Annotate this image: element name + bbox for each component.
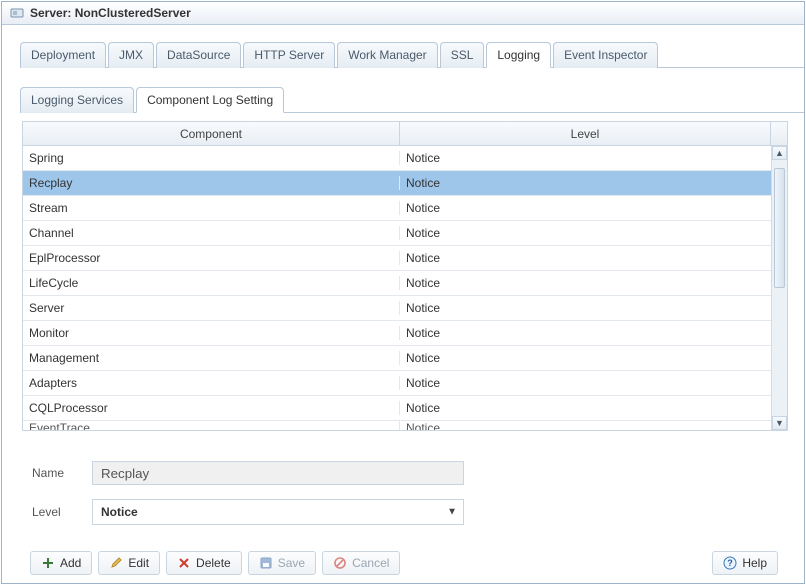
edit-button[interactable]: Edit: [98, 551, 160, 575]
column-header-level[interactable]: Level: [400, 122, 771, 145]
tab-ssl[interactable]: SSL: [440, 42, 485, 68]
chevron-down-icon: ▼: [447, 507, 457, 518]
save-icon: [259, 556, 273, 570]
vertical-scrollbar[interactable]: ▲ ▼: [771, 146, 787, 430]
table-row[interactable]: MonitorNotice: [23, 321, 771, 346]
cell-level: Notice: [400, 421, 771, 431]
column-header-component[interactable]: Component: [23, 122, 400, 145]
delete-button[interactable]: Delete: [166, 551, 242, 575]
table-row[interactable]: ChannelNotice: [23, 221, 771, 246]
cell-level: Notice: [400, 201, 771, 215]
cell-level: Notice: [400, 301, 771, 315]
tab-http-server[interactable]: HTTP Server: [243, 42, 335, 68]
help-button[interactable]: ? Help: [712, 551, 778, 575]
edit-button-label: Edit: [128, 556, 149, 570]
tab-logging[interactable]: Logging: [486, 42, 551, 68]
add-button[interactable]: Add: [30, 551, 92, 575]
level-label: Level: [32, 505, 92, 519]
form-row-name: Name: [32, 461, 788, 485]
subtab-logging-services[interactable]: Logging Services: [20, 87, 134, 113]
table-row[interactable]: LifeCycleNotice: [23, 271, 771, 296]
cell-component: LifeCycle: [23, 276, 400, 290]
x-icon: [177, 556, 191, 570]
column-header-scroll-spacer: [771, 122, 787, 145]
table-row[interactable]: RecplayNotice: [23, 171, 771, 196]
subtab-component-log-setting[interactable]: Component Log Setting: [136, 87, 284, 113]
cell-level: Notice: [400, 351, 771, 365]
scroll-up-arrow[interactable]: ▲: [772, 146, 787, 160]
level-select[interactable]: Notice ▼: [92, 499, 464, 525]
sub-tabstrip: Logging ServicesComponent Log Setting: [20, 86, 804, 113]
cell-component: Management: [23, 351, 400, 365]
help-icon: ?: [723, 556, 737, 570]
name-field[interactable]: [92, 461, 464, 485]
cell-level: Notice: [400, 326, 771, 340]
table-row[interactable]: ManagementNotice: [23, 346, 771, 371]
plus-icon: [41, 556, 55, 570]
save-button-label: Save: [278, 556, 305, 570]
table-row[interactable]: ServerNotice: [23, 296, 771, 321]
window-titlebar: Server: NonClusteredServer: [2, 2, 804, 25]
save-button: Save: [248, 551, 316, 575]
pencil-icon: [109, 556, 123, 570]
cell-component: Channel: [23, 226, 400, 240]
cell-component: CQLProcessor: [23, 401, 400, 415]
component-log-table: Component Level SpringNoticeRecplayNotic…: [22, 121, 788, 431]
cell-component: Stream: [23, 201, 400, 215]
tab-datasource[interactable]: DataSource: [156, 42, 241, 68]
main-tabstrip: DeploymentJMXDataSourceHTTP ServerWork M…: [20, 41, 804, 68]
cancel-icon: [333, 556, 347, 570]
tab-jmx[interactable]: JMX: [108, 42, 154, 68]
scroll-down-arrow[interactable]: ▼: [772, 416, 787, 430]
window-title: Server: NonClusteredServer: [30, 6, 191, 20]
cell-component: Spring: [23, 151, 400, 165]
cell-component: Adapters: [23, 376, 400, 390]
form-row-level: Level Notice ▼: [32, 499, 788, 525]
cell-level: Notice: [400, 176, 771, 190]
cell-component: EventTrace: [23, 421, 400, 431]
table-row[interactable]: SpringNotice: [23, 146, 771, 171]
add-button-label: Add: [60, 556, 81, 570]
name-label: Name: [32, 466, 92, 480]
tab-event-inspector[interactable]: Event Inspector: [553, 42, 658, 68]
level-select-value: Notice: [101, 505, 138, 519]
svg-text:?: ?: [728, 558, 734, 568]
cancel-button: Cancel: [322, 551, 400, 575]
cell-level: Notice: [400, 226, 771, 240]
cell-component: Server: [23, 301, 400, 315]
tab-content: Component Level SpringNoticeRecplayNotic…: [2, 113, 804, 583]
cancel-button-label: Cancel: [352, 556, 389, 570]
table-body: SpringNoticeRecplayNoticeStreamNoticeCha…: [23, 146, 787, 430]
cell-level: Notice: [400, 276, 771, 290]
cell-component: EplProcessor: [23, 251, 400, 265]
cell-level: Notice: [400, 401, 771, 415]
server-config-window: Server: NonClusteredServer DeploymentJMX…: [1, 1, 805, 584]
table-row[interactable]: StreamNotice: [23, 196, 771, 221]
edit-form: Name Level Notice ▼: [32, 461, 788, 539]
table-row[interactable]: AdaptersNotice: [23, 371, 771, 396]
table-row[interactable]: EventTraceNotice: [23, 421, 771, 430]
cell-level: Notice: [400, 376, 771, 390]
scroll-thumb[interactable]: [774, 168, 785, 288]
tab-deployment[interactable]: Deployment: [20, 42, 106, 68]
button-bar: Add Edit Delete Save: [22, 551, 788, 575]
cell-level: Notice: [400, 151, 771, 165]
server-icon: [10, 6, 24, 20]
delete-button-label: Delete: [196, 556, 231, 570]
help-button-label: Help: [742, 556, 767, 570]
table-header: Component Level: [23, 122, 787, 146]
table-row[interactable]: CQLProcessorNotice: [23, 396, 771, 421]
cell-component: Monitor: [23, 326, 400, 340]
cell-component: Recplay: [23, 176, 400, 190]
tab-work-manager[interactable]: Work Manager: [337, 42, 437, 68]
cell-level: Notice: [400, 251, 771, 265]
table-row[interactable]: EplProcessorNotice: [23, 246, 771, 271]
